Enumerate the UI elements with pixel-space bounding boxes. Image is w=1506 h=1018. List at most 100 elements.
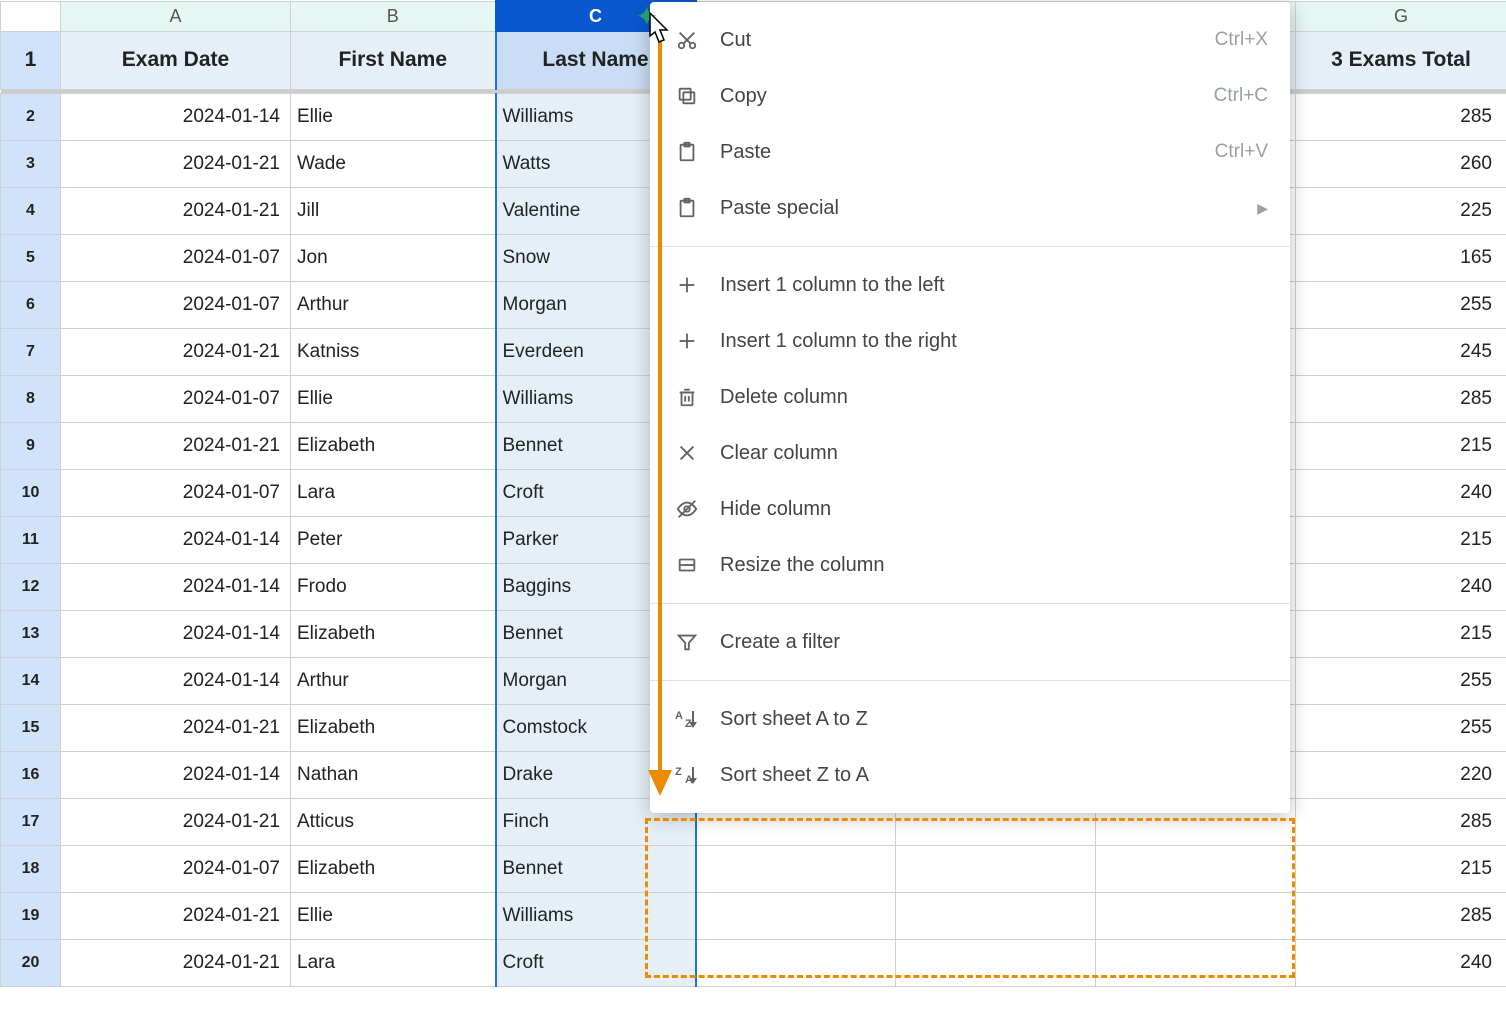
cell-b4[interactable]: Jill xyxy=(291,187,496,234)
cell-e18[interactable] xyxy=(896,845,1096,892)
row-number-17[interactable]: 17 xyxy=(1,798,61,845)
menu-clear-column[interactable]: Clear column xyxy=(650,425,1290,481)
menu-delete-column[interactable]: Delete column xyxy=(650,369,1290,425)
row-number-8[interactable]: 8 xyxy=(1,375,61,422)
cell-b2[interactable]: Ellie xyxy=(291,93,496,140)
cell-g9[interactable]: 215 xyxy=(1296,422,1506,469)
cell-g2[interactable]: 285 xyxy=(1296,93,1506,140)
cell-b13[interactable]: Elizabeth xyxy=(291,610,496,657)
cell-f20[interactable] xyxy=(1096,939,1296,986)
row-number-2[interactable]: 2 xyxy=(1,93,61,140)
menu-paste[interactable]: Paste Ctrl+V xyxy=(650,124,1290,180)
cell-g4[interactable]: 225 xyxy=(1296,187,1506,234)
col-header-b[interactable]: B xyxy=(291,1,496,31)
cell-b7[interactable]: Katniss xyxy=(291,328,496,375)
row-number-14[interactable]: 14 xyxy=(1,657,61,704)
menu-create-filter[interactable]: Create a filter xyxy=(650,614,1290,670)
cell-b16[interactable]: Nathan xyxy=(291,751,496,798)
cell-b18[interactable]: Elizabeth xyxy=(291,845,496,892)
cell-d20[interactable] xyxy=(696,939,896,986)
row-number-20[interactable]: 20 xyxy=(1,939,61,986)
cell-a3[interactable]: 2024-01-21 xyxy=(61,140,291,187)
menu-sort-za[interactable]: ZA Sort sheet Z to A xyxy=(650,747,1290,803)
cell-b12[interactable]: Frodo xyxy=(291,563,496,610)
cell-a6[interactable]: 2024-01-07 xyxy=(61,281,291,328)
cell-b19[interactable]: Ellie xyxy=(291,892,496,939)
cell-g18[interactable]: 215 xyxy=(1296,845,1506,892)
cell-a11[interactable]: 2024-01-14 xyxy=(61,516,291,563)
row-number-13[interactable]: 13 xyxy=(1,610,61,657)
cell-g6[interactable]: 255 xyxy=(1296,281,1506,328)
cell-b1[interactable]: First Name xyxy=(291,31,496,89)
row-number-19[interactable]: 19 xyxy=(1,892,61,939)
row-number-6[interactable]: 6 xyxy=(1,281,61,328)
cell-g8[interactable]: 285 xyxy=(1296,375,1506,422)
cell-b6[interactable]: Arthur xyxy=(291,281,496,328)
cell-a16[interactable]: 2024-01-14 xyxy=(61,751,291,798)
cell-d19[interactable] xyxy=(696,892,896,939)
cell-a17[interactable]: 2024-01-21 xyxy=(61,798,291,845)
cell-g3[interactable]: 260 xyxy=(1296,140,1506,187)
menu-sort-az[interactable]: AZ Sort sheet A to Z xyxy=(650,691,1290,747)
cell-g12[interactable]: 240 xyxy=(1296,563,1506,610)
cell-g20[interactable]: 240 xyxy=(1296,939,1506,986)
cell-d18[interactable] xyxy=(696,845,896,892)
cell-f19[interactable] xyxy=(1096,892,1296,939)
cell-a2[interactable]: 2024-01-14 xyxy=(61,93,291,140)
cell-g17[interactable]: 285 xyxy=(1296,798,1506,845)
row-number-5[interactable]: 5 xyxy=(1,234,61,281)
cell-b15[interactable]: Elizabeth xyxy=(291,704,496,751)
cell-a13[interactable]: 2024-01-14 xyxy=(61,610,291,657)
row-number-12[interactable]: 12 xyxy=(1,563,61,610)
cell-b8[interactable]: Ellie xyxy=(291,375,496,422)
cell-g7[interactable]: 245 xyxy=(1296,328,1506,375)
cell-c19[interactable]: Williams xyxy=(496,892,696,939)
cell-c20[interactable]: Croft xyxy=(496,939,696,986)
row-number-15[interactable]: 15 xyxy=(1,704,61,751)
row-number-1[interactable]: 1 xyxy=(1,31,61,89)
row-number-7[interactable]: 7 xyxy=(1,328,61,375)
cell-g1[interactable]: 3 Exams Total xyxy=(1296,31,1506,89)
menu-paste-special[interactable]: Paste special ▶ xyxy=(650,180,1290,236)
cell-e20[interactable] xyxy=(896,939,1096,986)
cell-c18[interactable]: Bennet xyxy=(496,845,696,892)
cell-a19[interactable]: 2024-01-21 xyxy=(61,892,291,939)
cell-b20[interactable]: Lara xyxy=(291,939,496,986)
row-number-11[interactable]: 11 xyxy=(1,516,61,563)
select-all-corner[interactable] xyxy=(1,1,61,31)
cell-b9[interactable]: Elizabeth xyxy=(291,422,496,469)
cell-b17[interactable]: Atticus xyxy=(291,798,496,845)
cell-a4[interactable]: 2024-01-21 xyxy=(61,187,291,234)
row-number-16[interactable]: 16 xyxy=(1,751,61,798)
cell-g15[interactable]: 255 xyxy=(1296,704,1506,751)
cell-b5[interactable]: Jon xyxy=(291,234,496,281)
col-header-g[interactable]: G xyxy=(1296,1,1506,31)
cell-g19[interactable]: 285 xyxy=(1296,892,1506,939)
cell-a8[interactable]: 2024-01-07 xyxy=(61,375,291,422)
cell-f18[interactable] xyxy=(1096,845,1296,892)
row-number-3[interactable]: 3 xyxy=(1,140,61,187)
cell-g11[interactable]: 215 xyxy=(1296,516,1506,563)
menu-copy[interactable]: Copy Ctrl+C xyxy=(650,68,1290,124)
cell-a12[interactable]: 2024-01-14 xyxy=(61,563,291,610)
cell-g16[interactable]: 220 xyxy=(1296,751,1506,798)
cell-a14[interactable]: 2024-01-14 xyxy=(61,657,291,704)
menu-insert-left[interactable]: Insert 1 column to the left xyxy=(650,257,1290,313)
cell-b14[interactable]: Arthur xyxy=(291,657,496,704)
cell-g5[interactable]: 165 xyxy=(1296,234,1506,281)
menu-cut[interactable]: Cut Ctrl+X xyxy=(650,12,1290,68)
menu-resize-column[interactable]: Resize the column xyxy=(650,537,1290,593)
menu-hide-column[interactable]: Hide column xyxy=(650,481,1290,537)
cell-b11[interactable]: Peter xyxy=(291,516,496,563)
row-number-10[interactable]: 10 xyxy=(1,469,61,516)
row-number-4[interactable]: 4 xyxy=(1,187,61,234)
cell-a7[interactable]: 2024-01-21 xyxy=(61,328,291,375)
cell-a10[interactable]: 2024-01-07 xyxy=(61,469,291,516)
cell-e19[interactable] xyxy=(896,892,1096,939)
cell-b10[interactable]: Lara xyxy=(291,469,496,516)
cell-a15[interactable]: 2024-01-21 xyxy=(61,704,291,751)
cell-a9[interactable]: 2024-01-21 xyxy=(61,422,291,469)
cell-a5[interactable]: 2024-01-07 xyxy=(61,234,291,281)
cell-g14[interactable]: 255 xyxy=(1296,657,1506,704)
row-number-18[interactable]: 18 xyxy=(1,845,61,892)
